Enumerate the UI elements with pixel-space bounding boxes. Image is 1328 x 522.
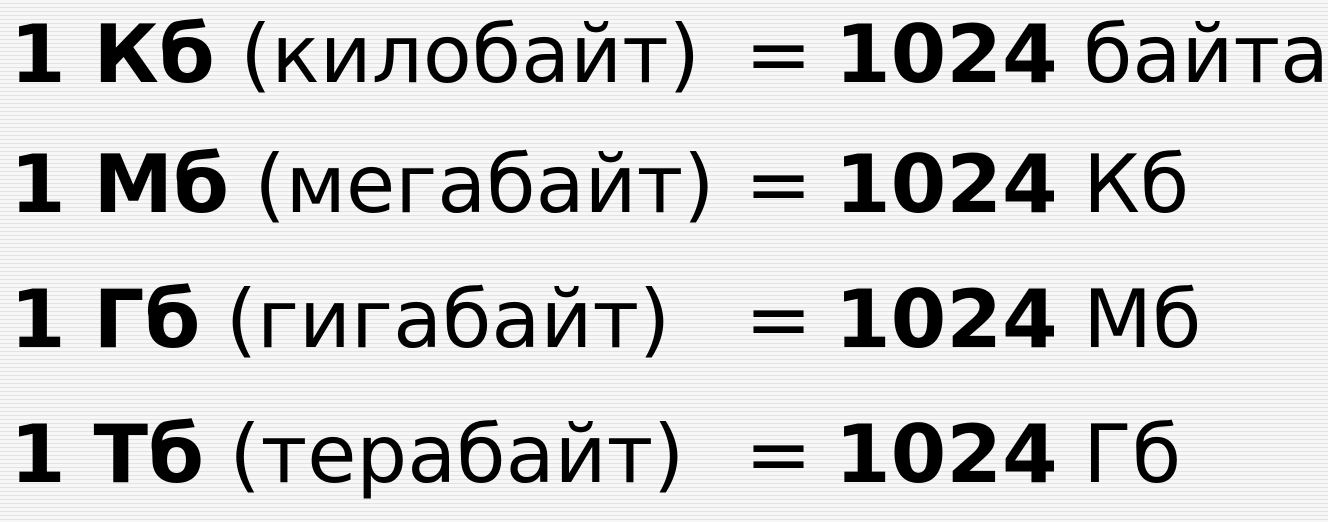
equals-sign: = [745, 8, 813, 101]
conversion-number: 1024 [835, 138, 1058, 231]
target-unit: байта [1083, 8, 1328, 101]
unit-abbreviation: 1 Мб [10, 138, 229, 231]
conversion-row-gigabyte: 1 Гб (гигабайт) = 1024 Мб [0, 265, 1328, 375]
unit-name: (мегабайт) [254, 138, 715, 231]
unit-abbreviation: 1 Кб [10, 8, 215, 101]
equals-sign: = [745, 138, 813, 231]
unit-cell: 1 Мб (мегабайт) [10, 130, 714, 240]
value-cell: 1024 Кб [835, 130, 1189, 240]
value-cell: 1024 байта [835, 0, 1328, 110]
target-unit: Кб [1083, 138, 1190, 231]
unit-name: (терабайт) [229, 408, 685, 501]
unit-cell: 1 Гб (гигабайт) [10, 265, 670, 375]
unit-cell: 1 Кб (килобайт) [10, 0, 700, 110]
equals-sign: = [745, 408, 813, 501]
unit-name: (килобайт) [240, 8, 700, 101]
conversion-number: 1024 [835, 408, 1058, 501]
conversion-number: 1024 [835, 8, 1058, 101]
unit-cell: 1 Тб (терабайт) [10, 400, 684, 510]
target-unit: Мб [1083, 273, 1202, 366]
value-cell: 1024 Гб [835, 400, 1181, 510]
conversion-row-terabyte: 1 Тб (терабайт) = 1024 Гб [0, 400, 1328, 510]
conversion-row-kilobyte: 1 Кб (килобайт) = 1024 байта [0, 0, 1328, 110]
value-cell: 1024 Мб [835, 265, 1201, 375]
conversion-number: 1024 [835, 273, 1058, 366]
target-unit: Гб [1083, 408, 1182, 501]
unit-abbreviation: 1 Гб [10, 273, 201, 366]
equals-sign: = [745, 273, 813, 366]
unit-name: (гигабайт) [225, 273, 671, 366]
conversion-row-megabyte: 1 Мб (мегабайт) = 1024 Кб [0, 130, 1328, 240]
unit-abbreviation: 1 Тб [10, 408, 204, 501]
unit-conversion-table: 1 Кб (килобайт) = 1024 байта 1 Мб (мегаб… [0, 0, 1328, 522]
